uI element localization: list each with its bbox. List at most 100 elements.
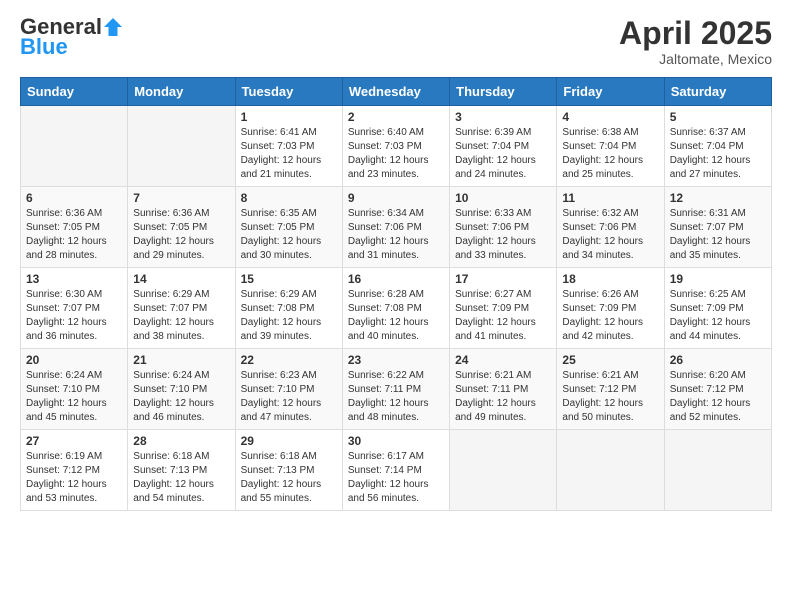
calendar-cell: 16 Sunrise: 6:28 AMSunset: 7:08 PMDayligh… [342,268,449,349]
day-info: Sunrise: 6:40 AMSunset: 7:03 PMDaylight:… [348,126,444,182]
logo: General Blue [20,16,122,60]
calendar-cell: 18Sunrise: 6:26 AMSunset: 7:09 PMDayligh… [557,268,664,349]
day-number: 19 [670,272,766,286]
page: General Blue April 2025 Jaltomate, Mexic… [0,0,792,612]
day-number: 16 [348,272,444,286]
calendar-cell: 3 Sunrise: 6:39 AMSunset: 7:04 PMDaylight… [450,106,557,187]
calendar-cell: 14Sunrise: 6:29 AMSunset: 7:07 PMDayligh… [128,268,235,349]
week-row-5: 27 Sunrise: 6:19 AMSunset: 7:12 PMDayligh… [21,430,772,511]
header: General Blue April 2025 Jaltomate, Mexic… [20,16,772,67]
day-info: Sunrise: 6:28 AMSunset: 7:08 PMDaylight:… [348,288,444,344]
day-info: Sunrise: 6:37 AMSunset: 7:04 PMDaylight:… [670,126,766,182]
day-info: Sunrise: 6:29 AMSunset: 7:07 PMDaylight:… [133,288,229,344]
calendar-cell: 29 Sunrise: 6:18 AMSunset: 7:13 PMDayligh… [235,430,342,511]
day-info: Sunrise: 6:31 AMSunset: 7:07 PMDaylight:… [670,207,766,263]
day-info: Sunrise: 6:25 AMSunset: 7:09 PMDaylight:… [670,288,766,344]
calendar-cell: 25 Sunrise: 6:21 AMSunset: 7:12 PMDayligh… [557,349,664,430]
day-number: 18 [562,272,658,286]
calendar-cell [21,106,128,187]
day-info: Sunrise: 6:18 AMSunset: 7:13 PMDaylight:… [133,450,229,506]
day-number: 25 [562,353,658,367]
day-number: 30 [348,434,444,448]
day-number: 28 [133,434,229,448]
day-number: 5 [670,110,766,124]
calendar-cell: 12 Sunrise: 6:31 AMSunset: 7:07 PMDayligh… [664,187,771,268]
day-info: Sunrise: 6:39 AMSunset: 7:04 PMDaylight:… [455,126,551,182]
day-info: Sunrise: 6:32 AMSunset: 7:06 PMDaylight:… [562,207,658,263]
month-title: April 2025 [619,16,772,51]
day-number: 7 [133,191,229,205]
day-info: Sunrise: 6:23 AMSunset: 7:10 PMDaylight:… [241,369,337,425]
calendar-cell: 5 Sunrise: 6:37 AMSunset: 7:04 PMDaylight… [664,106,771,187]
weekday-header-saturday: Saturday [664,78,771,106]
day-number: 6 [26,191,122,205]
calendar-cell: 7 Sunrise: 6:36 AMSunset: 7:05 PMDaylight… [128,187,235,268]
weekday-header-tuesday: Tuesday [235,78,342,106]
logo-blue-text: Blue [20,34,68,60]
day-number: 10 [455,191,551,205]
calendar-cell: 27 Sunrise: 6:19 AMSunset: 7:12 PMDayligh… [21,430,128,511]
calendar-cell: 24Sunrise: 6:21 AMSunset: 7:11 PMDayligh… [450,349,557,430]
logo-icon [104,18,122,36]
day-info: Sunrise: 6:41 AMSunset: 7:03 PMDaylight:… [241,126,337,182]
day-number: 27 [26,434,122,448]
day-number: 23 [348,353,444,367]
day-info: Sunrise: 6:35 AMSunset: 7:05 PMDaylight:… [241,207,337,263]
calendar-cell: 26Sunrise: 6:20 AMSunset: 7:12 PMDayligh… [664,349,771,430]
day-number: 22 [241,353,337,367]
calendar-cell: 19 Sunrise: 6:25 AMSunset: 7:09 PMDayligh… [664,268,771,349]
weekday-header-wednesday: Wednesday [342,78,449,106]
calendar-cell: 23Sunrise: 6:22 AMSunset: 7:11 PMDayligh… [342,349,449,430]
calendar-cell [128,106,235,187]
calendar-cell: 9 Sunrise: 6:34 AMSunset: 7:06 PMDaylight… [342,187,449,268]
day-info: Sunrise: 6:30 AMSunset: 7:07 PMDaylight:… [26,288,122,344]
day-info: Sunrise: 6:27 AMSunset: 7:09 PMDaylight:… [455,288,551,344]
weekday-header-row: SundayMondayTuesdayWednesdayThursdayFrid… [21,78,772,106]
day-number: 15 [241,272,337,286]
day-number: 29 [241,434,337,448]
calendar-cell: 20Sunrise: 6:24 AMSunset: 7:10 PMDayligh… [21,349,128,430]
weekday-header-monday: Monday [128,78,235,106]
title-block: April 2025 Jaltomate, Mexico [619,16,772,67]
week-row-3: 13Sunrise: 6:30 AMSunset: 7:07 PMDayligh… [21,268,772,349]
location-subtitle: Jaltomate, Mexico [619,51,772,67]
week-row-4: 20Sunrise: 6:24 AMSunset: 7:10 PMDayligh… [21,349,772,430]
day-info: Sunrise: 6:20 AMSunset: 7:12 PMDaylight:… [670,369,766,425]
day-info: Sunrise: 6:19 AMSunset: 7:12 PMDaylight:… [26,450,122,506]
week-row-1: 1 Sunrise: 6:41 AMSunset: 7:03 PMDaylight… [21,106,772,187]
calendar-cell: 10 Sunrise: 6:33 AMSunset: 7:06 PMDayligh… [450,187,557,268]
day-info: Sunrise: 6:17 AMSunset: 7:14 PMDaylight:… [348,450,444,506]
day-info: Sunrise: 6:34 AMSunset: 7:06 PMDaylight:… [348,207,444,263]
day-info: Sunrise: 6:24 AMSunset: 7:10 PMDaylight:… [26,369,122,425]
day-info: Sunrise: 6:18 AMSunset: 7:13 PMDaylight:… [241,450,337,506]
calendar-cell: 21Sunrise: 6:24 AMSunset: 7:10 PMDayligh… [128,349,235,430]
day-number: 9 [348,191,444,205]
weekday-header-friday: Friday [557,78,664,106]
day-number: 3 [455,110,551,124]
day-info: Sunrise: 6:36 AMSunset: 7:05 PMDaylight:… [26,207,122,263]
day-info: Sunrise: 6:36 AMSunset: 7:05 PMDaylight:… [133,207,229,263]
day-number: 1 [241,110,337,124]
calendar-cell: 2 Sunrise: 6:40 AMSunset: 7:03 PMDaylight… [342,106,449,187]
day-number: 12 [670,191,766,205]
calendar-cell [450,430,557,511]
day-info: Sunrise: 6:21 AMSunset: 7:12 PMDaylight:… [562,369,658,425]
calendar-cell: 15Sunrise: 6:29 AMSunset: 7:08 PMDayligh… [235,268,342,349]
calendar-cell: 11 Sunrise: 6:32 AMSunset: 7:06 PMDayligh… [557,187,664,268]
calendar-cell: 30 Sunrise: 6:17 AMSunset: 7:14 PMDayligh… [342,430,449,511]
calendar-cell: 6 Sunrise: 6:36 AMSunset: 7:05 PMDaylight… [21,187,128,268]
day-number: 11 [562,191,658,205]
day-info: Sunrise: 6:38 AMSunset: 7:04 PMDaylight:… [562,126,658,182]
calendar-cell: 17Sunrise: 6:27 AMSunset: 7:09 PMDayligh… [450,268,557,349]
week-row-2: 6 Sunrise: 6:36 AMSunset: 7:05 PMDaylight… [21,187,772,268]
day-number: 4 [562,110,658,124]
day-info: Sunrise: 6:33 AMSunset: 7:06 PMDaylight:… [455,207,551,263]
calendar-cell: 1 Sunrise: 6:41 AMSunset: 7:03 PMDaylight… [235,106,342,187]
calendar-cell: 4 Sunrise: 6:38 AMSunset: 7:04 PMDaylight… [557,106,664,187]
weekday-header-sunday: Sunday [21,78,128,106]
day-info: Sunrise: 6:24 AMSunset: 7:10 PMDaylight:… [133,369,229,425]
day-info: Sunrise: 6:21 AMSunset: 7:11 PMDaylight:… [455,369,551,425]
calendar-cell [557,430,664,511]
calendar-cell: 13Sunrise: 6:30 AMSunset: 7:07 PMDayligh… [21,268,128,349]
day-number: 2 [348,110,444,124]
